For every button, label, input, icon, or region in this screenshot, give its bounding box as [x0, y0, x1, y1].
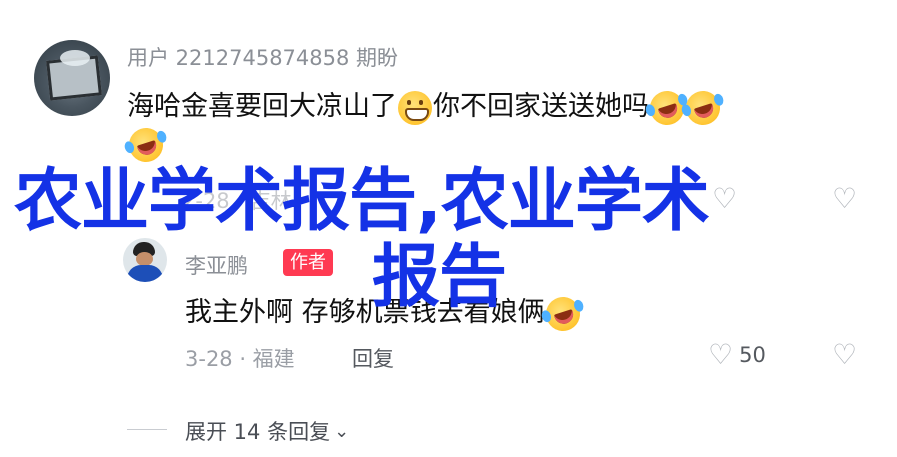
avatar-face	[136, 252, 153, 266]
like-button[interactable]: ♡ 50	[708, 341, 766, 369]
comment-username[interactable]: 用户 2212745874858 期盼	[127, 42, 398, 72]
reply-meta: 3-28 · 福建	[185, 347, 295, 371]
heart-icon[interactable]: ♡	[712, 185, 737, 213]
heart-icon: ♡	[708, 338, 734, 371]
overlay-title-line2: 报告	[372, 238, 507, 317]
avatar-shine	[60, 50, 90, 66]
expand-replies-button[interactable]: 展开 14 条回复 ⌄	[185, 416, 349, 446]
laugh-cry-icon	[541, 292, 585, 335]
comment-text-part2: 你不回家送送她吗	[433, 91, 649, 122]
author-badge: 作者	[283, 249, 333, 276]
comment-text-part1: 海哈金喜要回大凉山了	[127, 91, 397, 122]
reply-username[interactable]: 李亚鹏	[185, 250, 248, 280]
chevron-down-icon: ⌄	[334, 420, 350, 442]
avatar[interactable]	[123, 238, 167, 282]
comment-text: 海哈金喜要回大凉山了 你不回家送送她吗	[127, 84, 725, 129]
comment-emoji-row	[124, 123, 168, 167]
dislike-icon[interactable]: ♡	[832, 185, 857, 213]
dislike-icon[interactable]: ♡	[832, 341, 857, 369]
laugh-cry-icon	[681, 86, 725, 129]
grin-icon	[398, 90, 432, 125]
like-count: 50	[739, 343, 766, 367]
avatar-shirt	[127, 265, 163, 282]
avatar[interactable]	[34, 40, 110, 116]
laugh-cry-icon	[124, 123, 168, 167]
expand-replies-label: 展开 14 条回复	[185, 420, 331, 444]
divider	[127, 429, 167, 430]
reply-button[interactable]: 回复	[352, 343, 394, 373]
overlay-title-line1: 农业学术报告,农业学术	[14, 162, 710, 241]
